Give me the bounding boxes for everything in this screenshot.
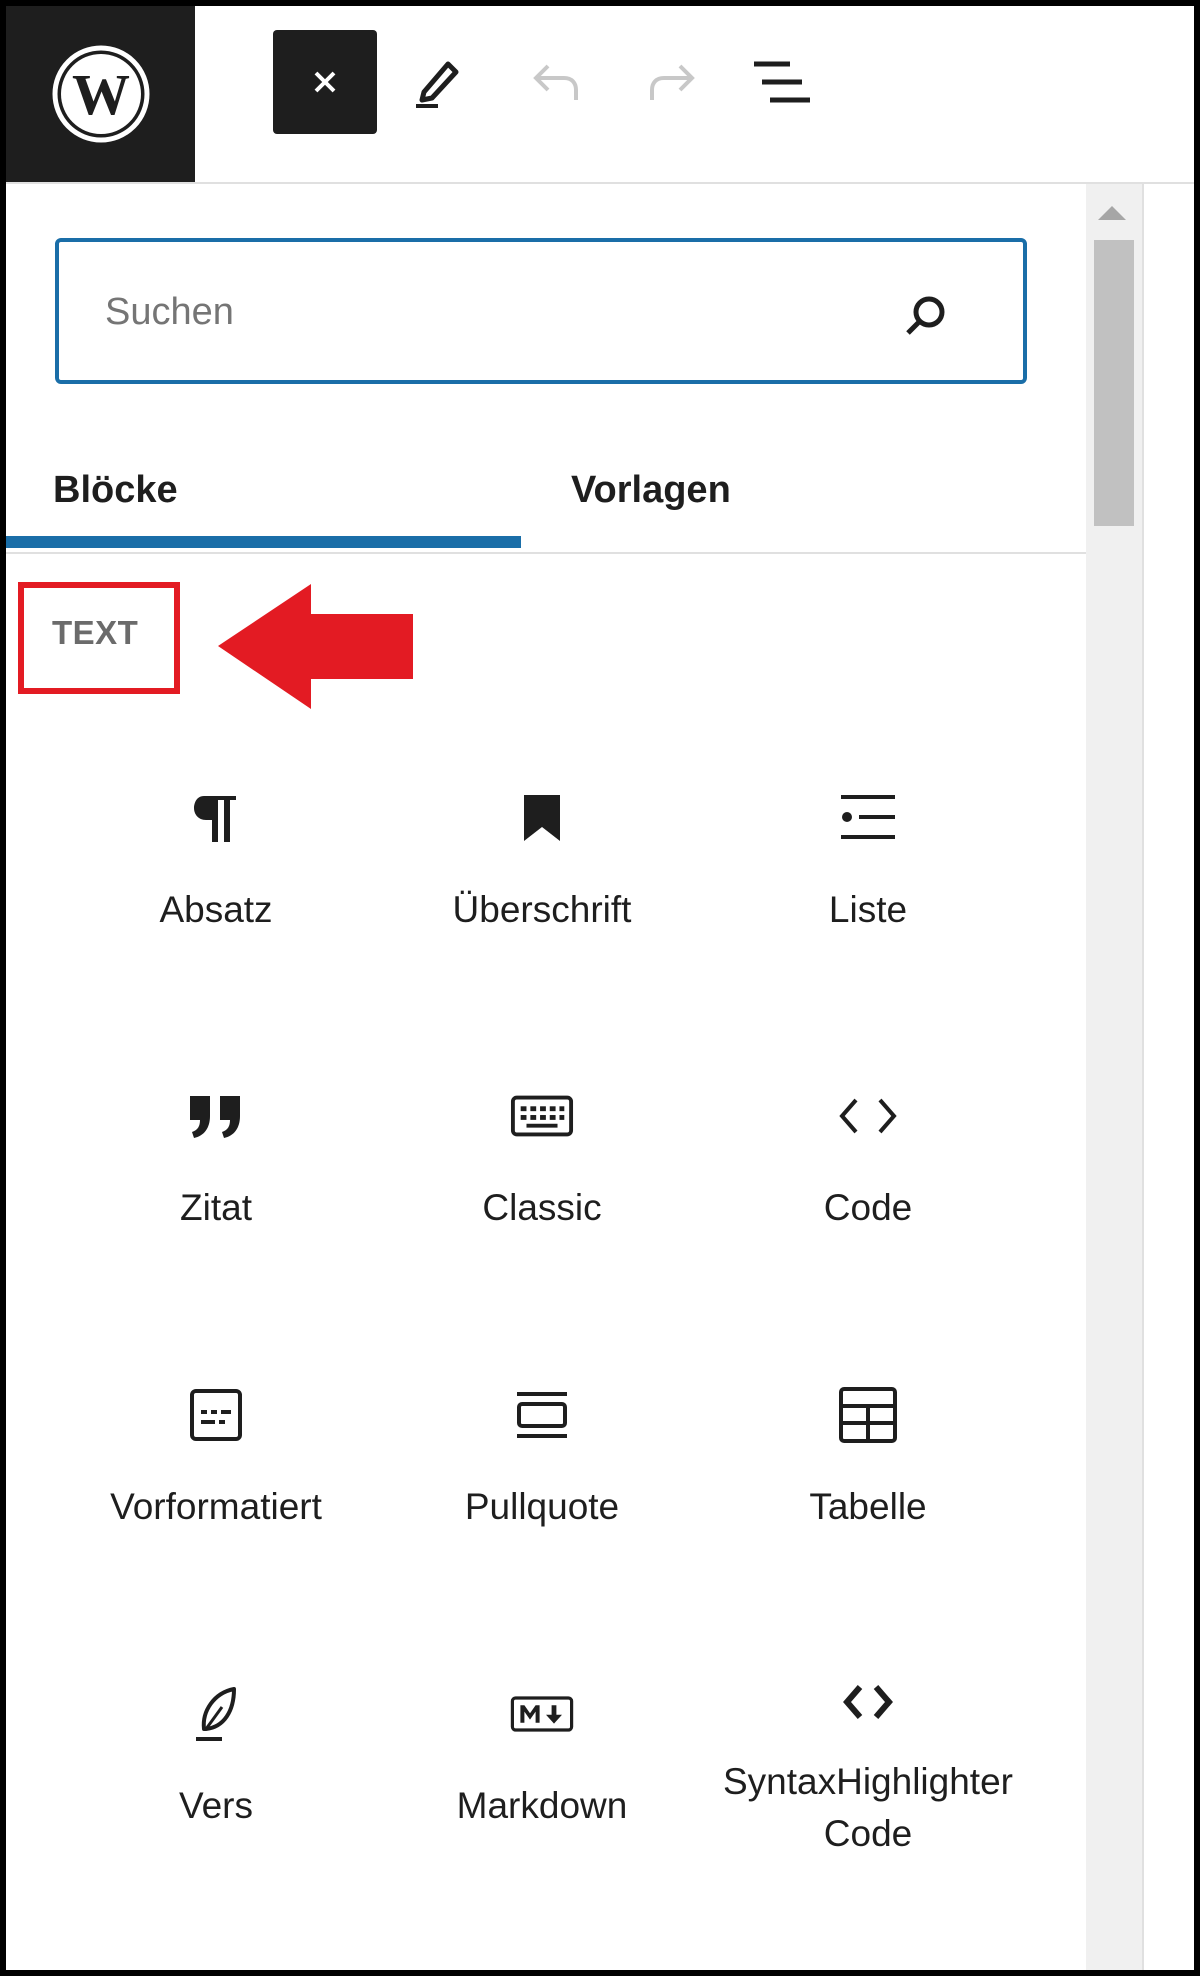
redo-button[interactable]: [620, 30, 724, 134]
block-label: Liste: [828, 889, 908, 930]
block-liste[interactable]: Liste: [705, 714, 1031, 954]
bookmark-icon: [510, 786, 574, 850]
block-label: SyntaxHighlighter Code: [723, 1761, 1013, 1854]
block-label: Pullquote: [464, 1486, 620, 1527]
panel-scrollbar[interactable]: [1086, 184, 1142, 1970]
block-vers[interactable]: Vers: [53, 1610, 379, 1850]
list-icon: [836, 786, 900, 850]
search-box: [55, 238, 1027, 384]
block-vorformatiert[interactable]: Vorformatiert: [53, 1311, 379, 1551]
tools-edit-button[interactable]: [386, 30, 490, 134]
svg-text:W: W: [72, 62, 130, 127]
search-icon[interactable]: [903, 292, 949, 338]
block-tabelle[interactable]: Tabelle: [705, 1311, 1031, 1551]
keyboard-icon: [510, 1084, 574, 1148]
active-tab-indicator: [6, 536, 521, 548]
table-icon: [836, 1383, 900, 1447]
top-toolbar: W: [6, 6, 1194, 184]
block-syntaxhighlighter-code[interactable]: SyntaxHighlighter Code: [705, 1610, 1031, 1854]
code-icon: [836, 1084, 900, 1148]
list-view-icon: [754, 61, 810, 103]
feather-icon: [184, 1682, 248, 1746]
block-label: Classic: [482, 1187, 602, 1228]
block-code[interactable]: Code: [705, 1012, 1031, 1252]
block-label: Tabelle: [809, 1486, 927, 1527]
code-bold-icon: [836, 1682, 900, 1722]
close-inserter-button[interactable]: [273, 30, 377, 134]
scroll-up-arrow-icon[interactable]: [1098, 206, 1126, 220]
undo-icon: [533, 64, 578, 100]
block-label: Zitat: [180, 1187, 252, 1228]
block-markdown[interactable]: Markdown: [379, 1610, 705, 1850]
pencil-icon: [416, 61, 459, 108]
block-zitat[interactable]: Zitat: [53, 1012, 379, 1252]
scrollbar-thumb[interactable]: [1094, 240, 1134, 526]
redo-icon: [650, 64, 695, 100]
block-absatz[interactable]: Absatz: [53, 714, 379, 954]
tab-bloecke[interactable]: Blöcke: [53, 430, 178, 550]
block-label: Vers: [178, 1785, 254, 1826]
block-inserter-panel: Blöcke Vorlagen TEXT Absatz Überschrift: [6, 184, 1086, 1970]
block-label: Überschrift: [452, 889, 632, 930]
tab-vorlagen[interactable]: Vorlagen: [571, 430, 731, 550]
block-label: Code: [823, 1187, 913, 1228]
list-view-button[interactable]: [730, 30, 834, 134]
pullquote-icon: [510, 1383, 574, 1447]
paragraph-icon: [184, 786, 248, 850]
search-input[interactable]: [103, 278, 867, 346]
red-arrow-annotation-icon: [218, 584, 413, 709]
quote-icon: [184, 1084, 248, 1148]
block-label: Vorformatiert: [110, 1486, 322, 1527]
editor-frame: W Suchen Blöcke Vorlagen TEXT Absatz Übe…: [6, 6, 1194, 1970]
wordpress-logo-icon[interactable]: W: [6, 6, 195, 182]
block-label: Markdown: [456, 1785, 628, 1826]
preformatted-icon: [184, 1383, 248, 1447]
block-ueberschrift[interactable]: Überschrift: [379, 714, 705, 954]
markdown-icon: [510, 1682, 574, 1746]
editor-canvas-edge: [1142, 184, 1194, 1970]
block-label: Absatz: [159, 889, 273, 930]
block-pullquote[interactable]: Pullquote: [379, 1311, 705, 1551]
category-heading: TEXT: [52, 614, 139, 651]
close-icon: [314, 71, 336, 93]
undo-button[interactable]: [504, 30, 608, 134]
block-classic[interactable]: Classic: [379, 1012, 705, 1252]
